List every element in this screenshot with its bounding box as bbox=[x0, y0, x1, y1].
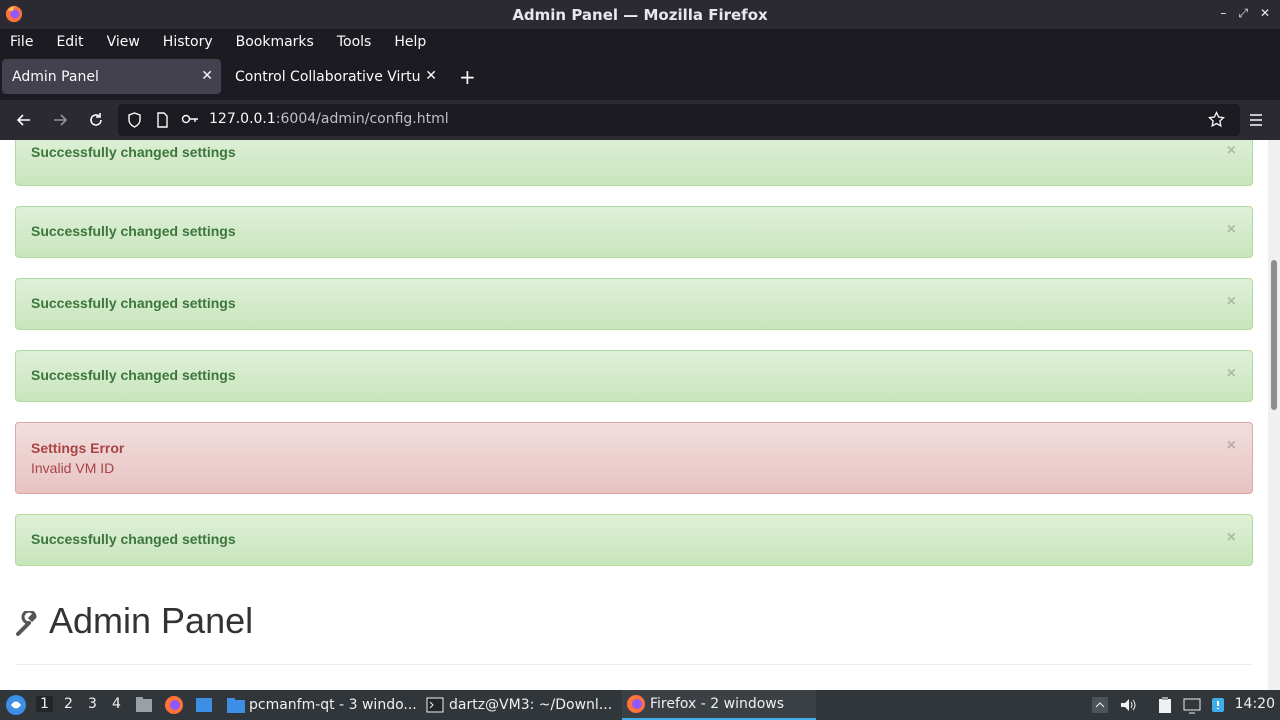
task-firefox[interactable]: Firefox - 2 windows bbox=[622, 690, 816, 720]
close-window-button[interactable]: ✕ bbox=[1260, 6, 1270, 21]
start-menu-icon[interactable] bbox=[5, 694, 27, 716]
menu-bookmarks[interactable]: Bookmarks bbox=[236, 34, 314, 50]
firefox-icon bbox=[627, 695, 645, 713]
tab-bar: Admin Panel ✕ Control Collaborative Virt… bbox=[0, 54, 1280, 100]
key-icon[interactable] bbox=[181, 112, 199, 130]
alert-title: Successfully changed settings bbox=[31, 295, 236, 311]
task-label: pcmanfm-qt - 3 windo... bbox=[249, 697, 417, 713]
alert-success: Successfully changed settings × bbox=[15, 278, 1253, 330]
alert-close-button[interactable]: × bbox=[1227, 293, 1236, 311]
window-controls: – ⤢ ✕ bbox=[1220, 6, 1270, 21]
workspace-4[interactable]: 4 bbox=[112, 696, 121, 712]
task-label: Firefox - 2 windows bbox=[650, 696, 785, 712]
maximize-button[interactable]: ⤢ bbox=[1238, 6, 1248, 21]
task-terminal[interactable]: dartz@VM3: ~/Downl... bbox=[426, 690, 612, 720]
navigation-bar: 127.0.0.1:6004/admin/config.html bbox=[0, 100, 1280, 140]
alert-title: Successfully changed settings bbox=[31, 367, 236, 383]
tray-up-arrow-icon[interactable] bbox=[1091, 695, 1109, 715]
firefox-launcher-icon[interactable] bbox=[164, 695, 184, 715]
task-pcmanfm[interactable]: pcmanfm-qt - 3 windo... bbox=[226, 690, 417, 720]
app-menu-button[interactable] bbox=[1245, 109, 1267, 131]
notification-icon[interactable] bbox=[1210, 696, 1226, 714]
network-icon[interactable] bbox=[1183, 696, 1201, 714]
clock[interactable]: 14:20 bbox=[1235, 696, 1275, 712]
menu-help[interactable]: Help bbox=[394, 34, 426, 50]
new-tab-button[interactable]: + bbox=[459, 65, 476, 89]
alert-message: Invalid VM ID bbox=[31, 460, 115, 476]
reload-button[interactable] bbox=[85, 109, 107, 131]
terminal-icon bbox=[426, 697, 444, 713]
shield-icon[interactable] bbox=[127, 112, 142, 132]
alert-title: Settings Error bbox=[31, 440, 125, 456]
page-scrollbar[interactable] bbox=[1268, 140, 1280, 690]
desktop-icon[interactable] bbox=[194, 695, 214, 715]
scrollbar-thumb[interactable] bbox=[1271, 260, 1277, 410]
volume-icon[interactable] bbox=[1119, 696, 1137, 714]
alert-close-button[interactable]: × bbox=[1227, 221, 1236, 239]
alert-close-button[interactable]: × bbox=[1227, 437, 1236, 455]
alert-close-button[interactable]: × bbox=[1227, 142, 1236, 160]
close-tab-icon[interactable]: ✕ bbox=[201, 68, 213, 84]
back-button[interactable] bbox=[13, 109, 35, 131]
menu-tools[interactable]: Tools bbox=[337, 34, 372, 50]
file-manager-launcher-icon[interactable] bbox=[134, 695, 154, 715]
reload-icon bbox=[90, 113, 102, 126]
arrow-right-icon bbox=[54, 114, 68, 126]
tab-control-collaborative[interactable]: Control Collaborative Virtual ✕ bbox=[225, 59, 445, 94]
taskbar: 1 2 3 4 pcmanfm-qt - 3 windo... dartz@VM… bbox=[0, 690, 1280, 720]
page-content: Successfully changed settings × Successf… bbox=[0, 140, 1268, 690]
window-titlebar: Admin Panel — Mozilla Firefox – ⤢ ✕ bbox=[0, 0, 1280, 29]
page-icon[interactable] bbox=[156, 112, 169, 132]
close-tab-icon[interactable]: ✕ bbox=[425, 68, 437, 84]
bookmark-star-icon[interactable] bbox=[1208, 110, 1225, 132]
alert-success: Successfully changed settings × bbox=[15, 206, 1253, 258]
menu-edit[interactable]: Edit bbox=[56, 34, 83, 50]
alert-close-button[interactable]: × bbox=[1227, 365, 1236, 383]
arrow-left-icon bbox=[16, 114, 30, 126]
minimize-button[interactable]: – bbox=[1220, 6, 1226, 21]
workspace-2[interactable]: 2 bbox=[64, 696, 73, 712]
alert-title: Successfully changed settings bbox=[31, 531, 236, 547]
alert-error: Settings Error Invalid VM ID × bbox=[15, 422, 1253, 494]
hamburger-icon bbox=[1250, 114, 1262, 126]
forward-button[interactable] bbox=[49, 109, 71, 131]
alert-close-button[interactable]: × bbox=[1227, 529, 1236, 547]
page-heading: Admin Panel bbox=[15, 600, 253, 642]
window-title: Admin Panel — Mozilla Firefox bbox=[512, 5, 768, 24]
url-bar[interactable]: 127.0.0.1:6004/admin/config.html bbox=[118, 104, 1240, 136]
menu-history[interactable]: History bbox=[163, 34, 213, 50]
menu-bar: File Edit View History Bookmarks Tools H… bbox=[0, 29, 1280, 54]
tab-label: Control Collaborative Virtual bbox=[235, 68, 420, 85]
alert-title: Successfully changed settings bbox=[31, 144, 236, 160]
alert-success: Successfully changed settings × bbox=[15, 514, 1253, 566]
wrench-icon bbox=[16, 611, 37, 636]
url-text[interactable]: 127.0.0.1:6004/admin/config.html bbox=[209, 111, 449, 127]
workspace-1[interactable]: 1 bbox=[36, 696, 53, 712]
divider bbox=[15, 664, 1253, 665]
alert-title: Successfully changed settings bbox=[31, 223, 236, 239]
workspace-3[interactable]: 3 bbox=[88, 696, 97, 712]
alert-success: Successfully changed settings × bbox=[15, 350, 1253, 402]
menu-file[interactable]: File bbox=[10, 34, 33, 50]
url-host: 127.0.0.1 bbox=[209, 111, 276, 127]
firefox-logo-icon bbox=[5, 5, 23, 23]
page-title: Admin Panel bbox=[49, 600, 254, 641]
tab-label: Admin Panel bbox=[12, 68, 99, 85]
menu-view[interactable]: View bbox=[107, 34, 140, 50]
task-label: dartz@VM3: ~/Downl... bbox=[449, 697, 613, 713]
url-path: :6004/admin/config.html bbox=[275, 111, 449, 127]
clipboard-icon[interactable] bbox=[1156, 696, 1174, 714]
folder-icon bbox=[227, 698, 245, 713]
tab-admin-panel[interactable]: Admin Panel ✕ bbox=[2, 59, 221, 94]
alert-success: Successfully changed settings × bbox=[15, 140, 1253, 186]
